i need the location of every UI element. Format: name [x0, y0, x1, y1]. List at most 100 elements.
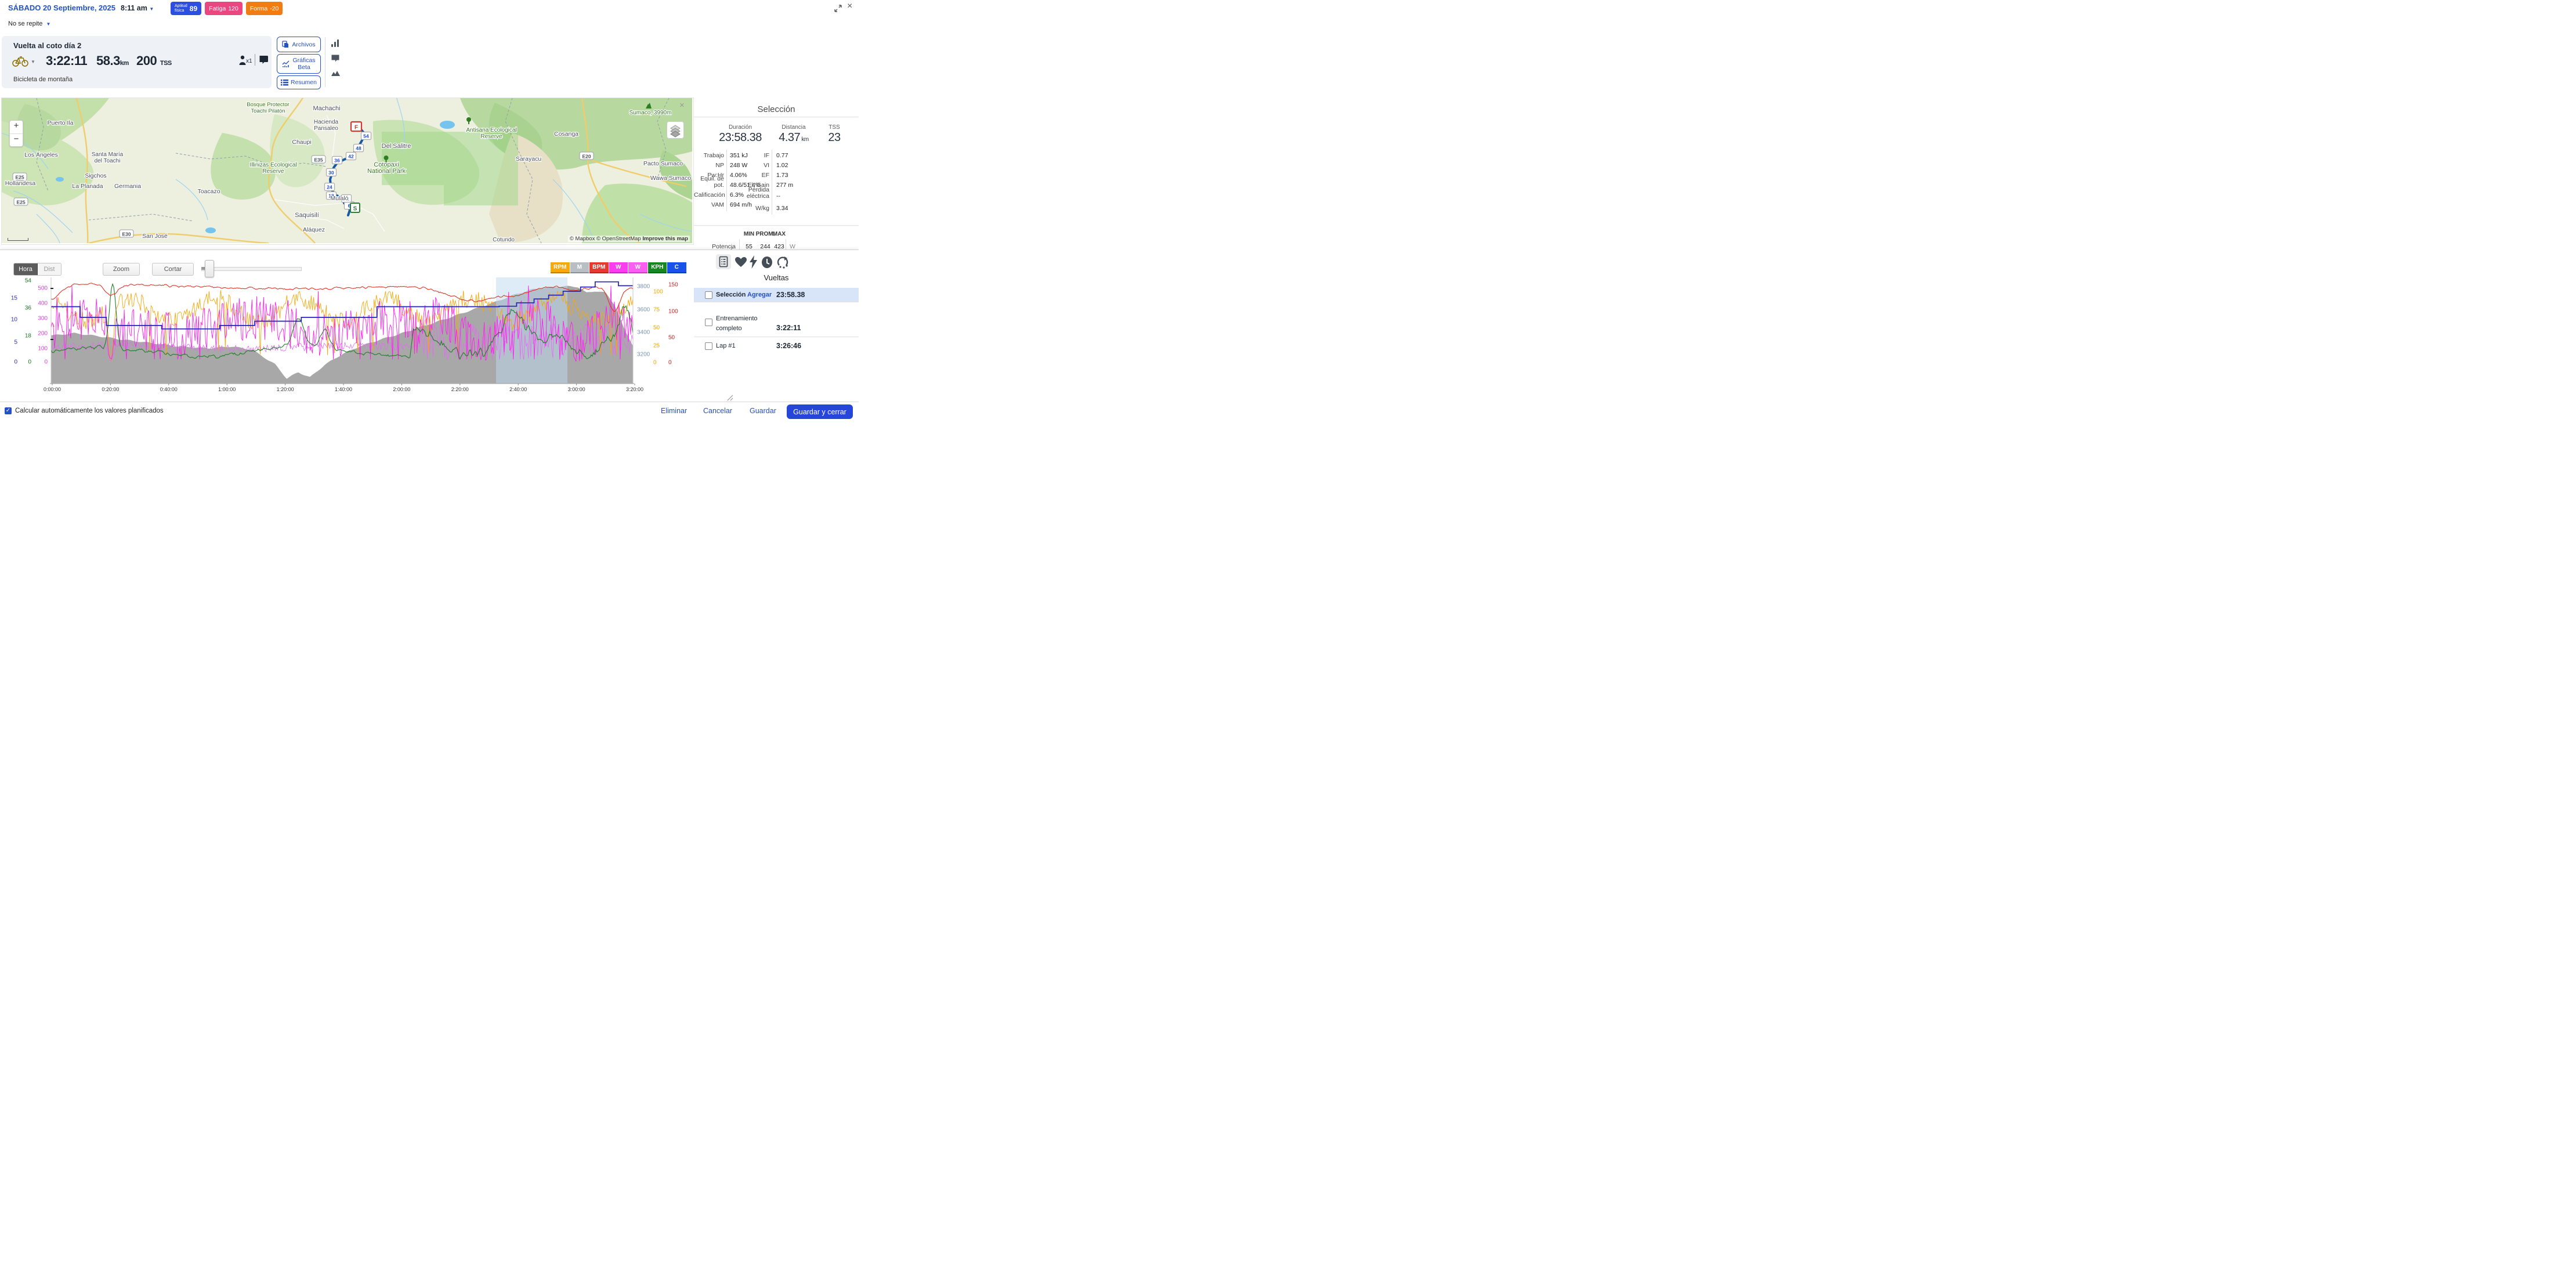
x-axis-tick: 2:20:00	[451, 386, 469, 392]
channel-toggles: RPMMBPMWWKPHC	[551, 262, 686, 273]
agregar-link[interactable]: Agregar	[747, 291, 772, 298]
cadence-axis-tick: 50	[653, 325, 660, 331]
channel-toggle-kph[interactable]: KPH	[648, 262, 667, 273]
map-place-label: Mulaló	[331, 195, 349, 202]
map-place-label: Chaupi	[292, 139, 311, 146]
route-map[interactable]: 61218243036424854SF E25E25E30E35E20 Mach…	[1, 97, 694, 245]
panel-title: Selección	[694, 104, 859, 114]
map-place-label: Cotundo	[493, 237, 515, 243]
improve-map-link[interactable]: Improve this map	[642, 236, 688, 242]
fatigue-badge[interactable]: Fatiga120	[205, 2, 243, 15]
power-axis-tick: 200	[38, 331, 48, 337]
laps-table-tab[interactable]	[716, 254, 731, 269]
map-place-label: Del Salitre	[382, 143, 411, 150]
map-zoom-in-button[interactable]: +	[10, 121, 23, 134]
chart-line-icon	[282, 60, 290, 68]
bar-chart-icon[interactable]	[331, 39, 339, 47]
expand-icon[interactable]	[834, 5, 842, 12]
mode-dist-button[interactable]: Dist	[38, 263, 61, 275]
lap-checkbox[interactable]	[705, 291, 712, 299]
chevron-down-icon[interactable]: ▼	[31, 59, 35, 64]
map-zoom-out-button[interactable]: −	[10, 134, 23, 146]
eliminar-button[interactable]: Eliminar	[661, 407, 687, 415]
fitness-badge[interactable]: Aptitudfísica 89	[171, 2, 201, 15]
power-tab-icon[interactable]	[749, 255, 758, 269]
cadence-tab-icon[interactable]	[776, 255, 790, 269]
repeat-select[interactable]: No se repite ▼	[8, 20, 50, 27]
elevation-axis-tick: 3600	[637, 307, 650, 313]
svg-text:36: 36	[334, 158, 340, 164]
lap-row-lap1[interactable]: Lap #1 3:26:46	[694, 338, 859, 353]
map-place-label: Los Ángeles	[24, 151, 58, 158]
map-place-label: Santa Maríadel Toachi	[92, 151, 124, 164]
speed-axis-tick: 0	[28, 359, 31, 366]
zoom-slider-handle[interactable]	[205, 260, 214, 277]
workout-chart[interactable]: ↓151050543618050040030020010003800360034…	[0, 276, 694, 402]
map-place-label: Bosque ProtectorToachi Pilatón	[247, 102, 289, 114]
x-axis-tick: 1:20:00	[277, 386, 294, 392]
x-axis-tick: 2:40:00	[509, 386, 527, 392]
temp-axis-tick: 15	[11, 295, 18, 302]
resumen-button[interactable]: Resumen	[277, 75, 321, 89]
lap-row-full-workout[interactable]: Entrenamiento completo 3:22:11	[694, 314, 859, 336]
channel-toggle-bpm[interactable]: BPM	[589, 262, 609, 273]
stat-row: Pérdida eléctrica--	[694, 192, 859, 200]
x-axis-tick: 1:00:00	[218, 386, 236, 392]
form-badge[interactable]: Forma-20	[246, 2, 283, 15]
map-place-label: Sumaco, 3990m	[629, 110, 672, 116]
close-icon[interactable]: ×	[847, 1, 852, 12]
x-axis-tick: 3:20:00	[626, 386, 643, 392]
minmax-unit: W	[790, 243, 795, 250]
stat-row: W/kg3.34	[694, 204, 859, 212]
files-icon	[282, 41, 290, 48]
workout-detail-window: SÁBADO 20 Septiembre, 2025 8:11 am ▼ Apt…	[0, 0, 859, 420]
workout-title[interactable]: Vuelta al coto día 2	[13, 41, 81, 50]
hr-axis-tick: 100	[668, 309, 678, 315]
graficas-beta-button[interactable]: GráficasBeta	[277, 54, 321, 74]
mode-hora-button[interactable]: Hora	[14, 263, 38, 275]
x-axis-mode-toggle: Hora Dist	[13, 263, 61, 276]
time-tab-icon[interactable]	[761, 256, 773, 269]
comment-icon[interactable]	[259, 55, 269, 64]
map-layers-button[interactable]	[667, 121, 684, 139]
resize-handle[interactable]	[726, 394, 733, 401]
time-select[interactable]: 8:11 am ▼	[121, 4, 154, 12]
cadence-axis-tick: 0	[653, 360, 657, 366]
lap-checkbox[interactable]	[705, 342, 712, 350]
svg-text:S: S	[353, 206, 357, 212]
comment-icon[interactable]	[331, 55, 339, 62]
date-label[interactable]: SÁBADO 20 Septiembre, 2025	[8, 3, 115, 12]
cortar-button[interactable]: Cortar	[152, 263, 194, 276]
stat-row: IF0.77	[694, 151, 859, 159]
zoom-button[interactable]: Zoom	[103, 263, 140, 276]
stat-row: VI1.02	[694, 161, 859, 169]
cancelar-button[interactable]: Cancelar	[703, 407, 732, 415]
heart-tab-icon[interactable]	[735, 256, 747, 268]
mountain-image-icon[interactable]	[331, 70, 340, 76]
channel-toggle-rpm[interactable]: RPM	[551, 262, 570, 273]
guardar-button[interactable]: Guardar	[750, 407, 776, 415]
hr-axis-tick: 0	[668, 360, 672, 366]
svg-text:E20: E20	[582, 154, 591, 160]
lap-checkbox[interactable]	[705, 319, 712, 326]
power-axis-tick: 0	[44, 359, 48, 366]
svg-text:30: 30	[328, 170, 334, 176]
map-place-label: Saquisilí	[295, 212, 319, 219]
hr-axis-tick: 50	[668, 335, 675, 341]
archivos-button[interactable]: Archivos	[277, 37, 321, 52]
channel-toggle-m[interactable]: M	[570, 262, 589, 273]
guardar-cerrar-button[interactable]: Guardar y cerrar	[787, 404, 853, 419]
bike-icon[interactable]	[12, 55, 30, 67]
auto-calc-checkbox[interactable]: ✓	[5, 407, 12, 414]
channel-toggle-w[interactable]: W	[609, 262, 628, 273]
channel-toggle-w[interactable]: W	[628, 262, 647, 273]
x-axis-tick: 3:00:00	[568, 386, 585, 392]
zoom-slider-track[interactable]	[201, 267, 302, 271]
channel-toggle-c[interactable]: C	[667, 262, 686, 273]
map-place-label: Puerto Ila	[48, 120, 74, 127]
map-close-icon[interactable]: ×	[679, 100, 685, 110]
vueltas-title: Vueltas	[694, 273, 859, 282]
lap-row-selection[interactable]: Selección Agregar 23:58.38	[694, 288, 859, 302]
svg-text:E25: E25	[16, 200, 25, 205]
chevron-down-icon: ▼	[149, 6, 154, 12]
